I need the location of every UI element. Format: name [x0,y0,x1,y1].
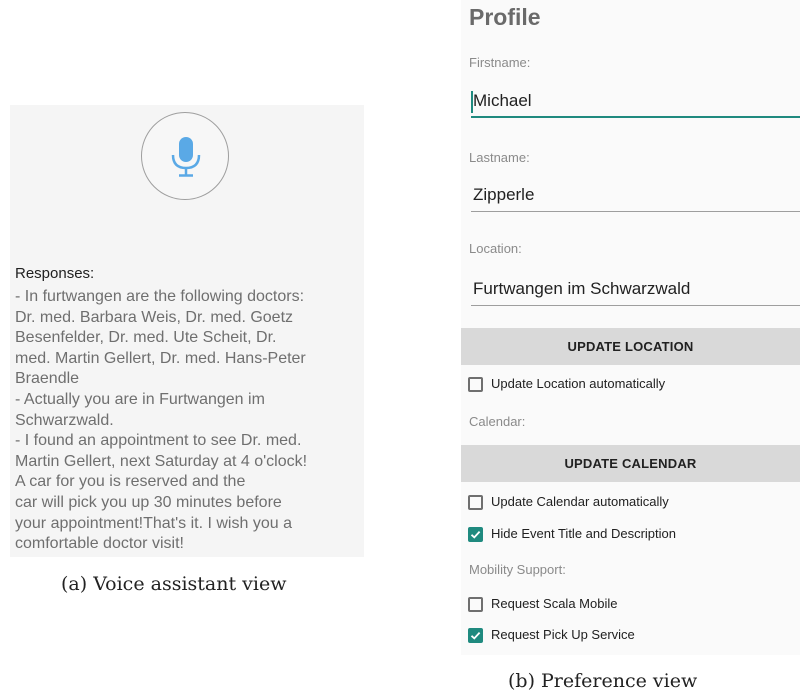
page-title: Profile [469,4,541,30]
update-calendar-button[interactable]: UPDATE CALENDAR [461,445,800,482]
update-calendar-auto-label: Update Calendar automatically [491,494,669,509]
request-pickup-label: Request Pick Up Service [491,627,635,642]
preference-panel: Profile Firstname: Michael Lastname: Zip… [461,0,800,655]
microphone-button[interactable] [141,112,229,200]
response-line: Dr. med. Barbara Weis, Dr. med. Goetz [15,308,294,326]
firstname-label: Firstname: [469,55,531,70]
caption-voice-assistant: (a) Voice assistant view [61,573,287,595]
response-line: - I found an appointment to see Dr. med. [15,432,302,450]
response-line: A car for you is reserved and the [15,473,246,491]
response-line: Schwarzwald. [15,411,114,429]
text-caret [471,91,473,113]
response-line: your appointment!That's it. I wish you a [15,514,292,532]
request-pickup-checkbox[interactable] [468,628,483,643]
response-line: Martin Gellert, next Saturday at 4 o'clo… [15,452,308,470]
calendar-label: Calendar: [469,414,526,429]
response-line: car will pick you up 30 minutes before [15,493,282,511]
hide-event-label: Hide Event Title and Description [491,526,676,541]
voice-assistant-panel: Responses: - In furtwangen are the follo… [10,105,364,557]
location-value: Furtwangen im Schwarzwald [473,279,691,298]
location-field[interactable]: Furtwangen im Schwarzwald [471,276,800,306]
check-icon [470,631,481,640]
update-location-auto-label: Update Location automatically [491,376,666,391]
request-scala-label: Request Scala Mobile [491,596,618,611]
update-calendar-auto-checkbox[interactable] [468,495,483,510]
lastname-value: Zipperle [473,185,535,204]
response-line: - Actually you are in Furtwangen im [15,390,265,408]
request-scala-checkbox[interactable] [468,597,483,612]
update-location-auto-checkbox[interactable] [468,377,483,392]
response-line: Besenfelder, Dr. med. Ute Scheit, Dr. [15,329,277,347]
firstname-value: Michael [473,91,532,110]
microphone-icon [171,137,201,177]
response-line: - In furtwangen are the following doctor… [15,288,305,305]
lastname-field[interactable]: Zipperle [471,182,800,212]
caption-preference-view: (b) Preference view [508,670,698,692]
mobility-support-label: Mobility Support: [469,562,566,577]
firstname-field[interactable]: Michael [471,88,800,118]
check-icon [470,530,481,539]
hide-event-checkbox[interactable] [468,527,483,542]
update-location-button[interactable]: UPDATE LOCATION [461,328,800,365]
lastname-label: Lastname: [469,150,530,165]
responses-label: Responses: [15,265,95,282]
response-line: Braendle [15,370,80,388]
response-line: med. Martin Gellert, Dr. med. Hans-Peter [15,349,306,367]
response-line: comfortable doctor visit! [15,535,184,553]
location-label: Location: [469,241,522,256]
responses-text: - In furtwangen are the following doctor… [15,287,361,555]
